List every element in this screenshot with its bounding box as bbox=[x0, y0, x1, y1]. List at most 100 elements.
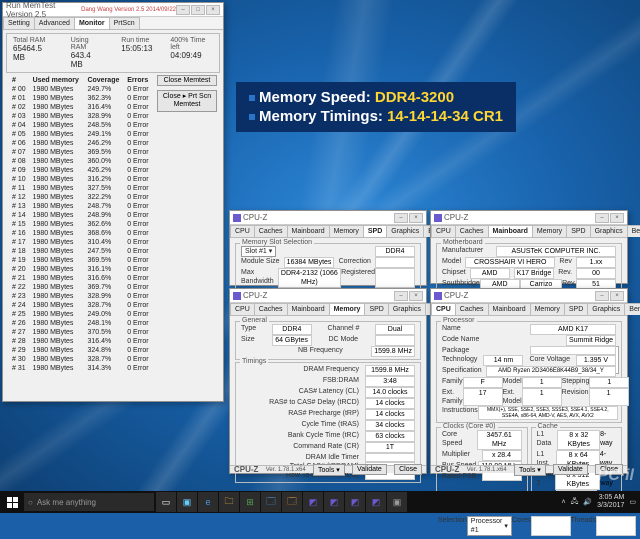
tab-graphics[interactable]: Graphics bbox=[386, 225, 424, 237]
validate-button[interactable]: Validate bbox=[553, 464, 588, 475]
close-icon[interactable]: × bbox=[409, 291, 423, 301]
tab-spd[interactable]: SPD bbox=[363, 225, 387, 237]
taskbar-app[interactable]: ◩ bbox=[366, 492, 386, 512]
taskbar-app[interactable]: 🗀 bbox=[219, 492, 239, 512]
memtest-summary: Total RAM65464.5 MB Using RAM643.4 MB Ru… bbox=[6, 33, 220, 73]
table-row: # 161980 MBytes368.6%0 Error bbox=[9, 229, 153, 238]
tab-spd[interactable]: SPD bbox=[564, 303, 588, 315]
tab-memory[interactable]: Memory bbox=[532, 225, 567, 237]
tab-spd[interactable]: SPD bbox=[566, 225, 590, 237]
table-row: # 071980 MBytes369.5%0 Error bbox=[9, 148, 153, 157]
tools-button[interactable]: Tools ▾ bbox=[514, 464, 546, 476]
taskbar-app[interactable]: ◩ bbox=[303, 492, 323, 512]
validate-button[interactable]: Validate bbox=[352, 464, 387, 475]
memtest-table: #Used memoryCoverageErrors # 001980 MByt… bbox=[9, 76, 153, 373]
taskview-icon[interactable]: ▭ bbox=[156, 492, 176, 512]
cpuz4-titlebar[interactable]: CPU-Z–× bbox=[431, 289, 627, 303]
cpuz-memory-window: CPU-Z–× CPUCachesMainboardMemorySPDGraph… bbox=[229, 288, 427, 474]
start-button[interactable] bbox=[0, 491, 24, 513]
minimize-icon[interactable]: – bbox=[595, 291, 609, 301]
tab-mainboard[interactable]: Mainboard bbox=[287, 303, 330, 315]
tab-bench[interactable]: Bench bbox=[624, 303, 640, 315]
cpuz1-titlebar[interactable]: CPU-Z–× bbox=[230, 211, 426, 225]
tab-cpu[interactable]: CPU bbox=[431, 225, 456, 237]
table-row: # 301980 MBytes328.7%0 Error bbox=[9, 355, 153, 364]
tab-mainboard[interactable]: Mainboard bbox=[488, 225, 533, 237]
tools-button[interactable]: Tools ▾ bbox=[313, 464, 345, 476]
minimize-icon[interactable]: – bbox=[176, 5, 190, 15]
cpuz2-titlebar[interactable]: CPU-Z–× bbox=[230, 289, 426, 303]
close-button[interactable]: Close bbox=[394, 464, 422, 475]
timing-row: RAS# to CAS# Delay (tRCD)14 clocks bbox=[239, 398, 417, 409]
cpuz-icon bbox=[434, 214, 442, 222]
table-row: # 001980 MBytes249.7%0 Error bbox=[9, 85, 153, 94]
tab-prtscn[interactable]: PrtScn bbox=[109, 17, 140, 29]
prtscn-memtest-button[interactable]: Close ▸ Prt Scn Memtest bbox=[157, 90, 217, 112]
table-row: # 111980 MBytes327.5%0 Error bbox=[9, 184, 153, 193]
tab-monitor[interactable]: Monitor bbox=[74, 17, 110, 29]
tab-cpu[interactable]: CPU bbox=[230, 303, 255, 315]
maximize-icon[interactable]: □ bbox=[191, 5, 205, 15]
tray-chevron-icon[interactable]: ˄ bbox=[562, 499, 566, 506]
cpuz3-titlebar[interactable]: CPU-Z–× bbox=[431, 211, 627, 225]
cpuz-mainboard-window: CPU-Z–× CPUCachesMainboardMemorySPDGraph… bbox=[430, 210, 628, 284]
tray-notifications-icon[interactable]: ▭ bbox=[629, 498, 636, 506]
minimize-icon[interactable]: – bbox=[394, 291, 408, 301]
tab-memory[interactable]: Memory bbox=[329, 303, 366, 315]
table-row: # 171980 MBytes310.4%0 Error bbox=[9, 238, 153, 247]
tab-graphics[interactable]: Graphics bbox=[590, 225, 628, 237]
tab-caches[interactable]: Caches bbox=[254, 225, 288, 237]
taskbar-app[interactable]: ◩ bbox=[345, 492, 365, 512]
tab-spd[interactable]: SPD bbox=[364, 303, 388, 315]
tab-graphics[interactable]: Graphics bbox=[388, 303, 426, 315]
table-row: # 021980 MBytes316.4%0 Error bbox=[9, 103, 153, 112]
taskbar: ○Ask me anything ▭ ▣ e 🗀 ⊞ 🗔 🗔 ◩ ◩ ◩ ◩ ▣… bbox=[0, 491, 640, 513]
timing-row: FSB:DRAM3:48 bbox=[239, 376, 417, 387]
tab-memory[interactable]: Memory bbox=[530, 303, 565, 315]
close-memtest-button[interactable]: Close Memtest bbox=[157, 75, 217, 86]
taskbar-app[interactable]: ▣ bbox=[177, 492, 197, 512]
taskbar-app[interactable]: 🗔 bbox=[261, 492, 281, 512]
cpuz-icon bbox=[434, 292, 442, 300]
tab-setting[interactable]: Setting bbox=[3, 17, 35, 29]
memtest-tabs: Setting Advanced Monitor PrtScn bbox=[3, 17, 223, 30]
tab-bench[interactable]: Bench bbox=[627, 225, 640, 237]
tab-caches[interactable]: Caches bbox=[254, 303, 288, 315]
close-icon[interactable]: × bbox=[409, 213, 423, 223]
tab-cpu[interactable]: CPU bbox=[431, 303, 456, 315]
tab-memory[interactable]: Memory bbox=[329, 225, 364, 237]
timing-row: DRAM Frequency1599.8 MHz bbox=[239, 365, 417, 376]
cpuz-icon bbox=[233, 292, 241, 300]
tray-network-icon[interactable]: 🖧 bbox=[571, 497, 579, 508]
processor-select[interactable]: Processor #1▾ bbox=[467, 516, 512, 536]
table-row: # 101980 MBytes316.2%0 Error bbox=[9, 175, 153, 184]
minimize-icon[interactable]: – bbox=[595, 213, 609, 223]
minimize-icon[interactable]: – bbox=[394, 213, 408, 223]
table-row: # 251980 MBytes249.0%0 Error bbox=[9, 310, 153, 319]
taskbar-app[interactable]: e bbox=[198, 492, 218, 512]
tab-caches[interactable]: Caches bbox=[455, 303, 489, 315]
taskbar-app[interactable]: ◩ bbox=[324, 492, 344, 512]
taskbar-app[interactable]: ⊞ bbox=[240, 492, 260, 512]
table-row: # 281980 MBytes316.4%0 Error bbox=[9, 337, 153, 346]
slot-type: DDR4 bbox=[375, 246, 415, 257]
tab-advanced[interactable]: Advanced bbox=[34, 17, 75, 29]
tab-caches[interactable]: Caches bbox=[455, 225, 489, 237]
taskbar-app[interactable]: ▣ bbox=[387, 492, 407, 512]
tab-cpu[interactable]: CPU bbox=[230, 225, 255, 237]
slot-select[interactable]: Slot #1▾ bbox=[241, 246, 276, 257]
table-row: # 031980 MBytes328.9%0 Error bbox=[9, 112, 153, 121]
tray-clock[interactable]: 3:05 AM3/3/2017 bbox=[597, 494, 624, 510]
search-box[interactable]: ○Ask me anything bbox=[24, 493, 154, 511]
taskbar-app[interactable]: 🗔 bbox=[282, 492, 302, 512]
memtest-titlebar[interactable]: Run MemTest Version 2.5 Dang Wang Versio… bbox=[3, 3, 223, 17]
close-icon[interactable]: × bbox=[610, 291, 624, 301]
tab-mainboard[interactable]: Mainboard bbox=[287, 225, 330, 237]
tray-volume-icon[interactable]: 🔊 bbox=[583, 498, 592, 506]
close-icon[interactable]: × bbox=[206, 5, 220, 15]
tab-graphics[interactable]: Graphics bbox=[587, 303, 625, 315]
desktop: Memory Speed: DDR4-3200 Memory Timings: … bbox=[0, 0, 640, 513]
callout-line-2: Memory Timings: 14-14-14-34 CR1 bbox=[249, 108, 503, 125]
tab-mainboard[interactable]: Mainboard bbox=[488, 303, 531, 315]
close-icon[interactable]: × bbox=[610, 213, 624, 223]
